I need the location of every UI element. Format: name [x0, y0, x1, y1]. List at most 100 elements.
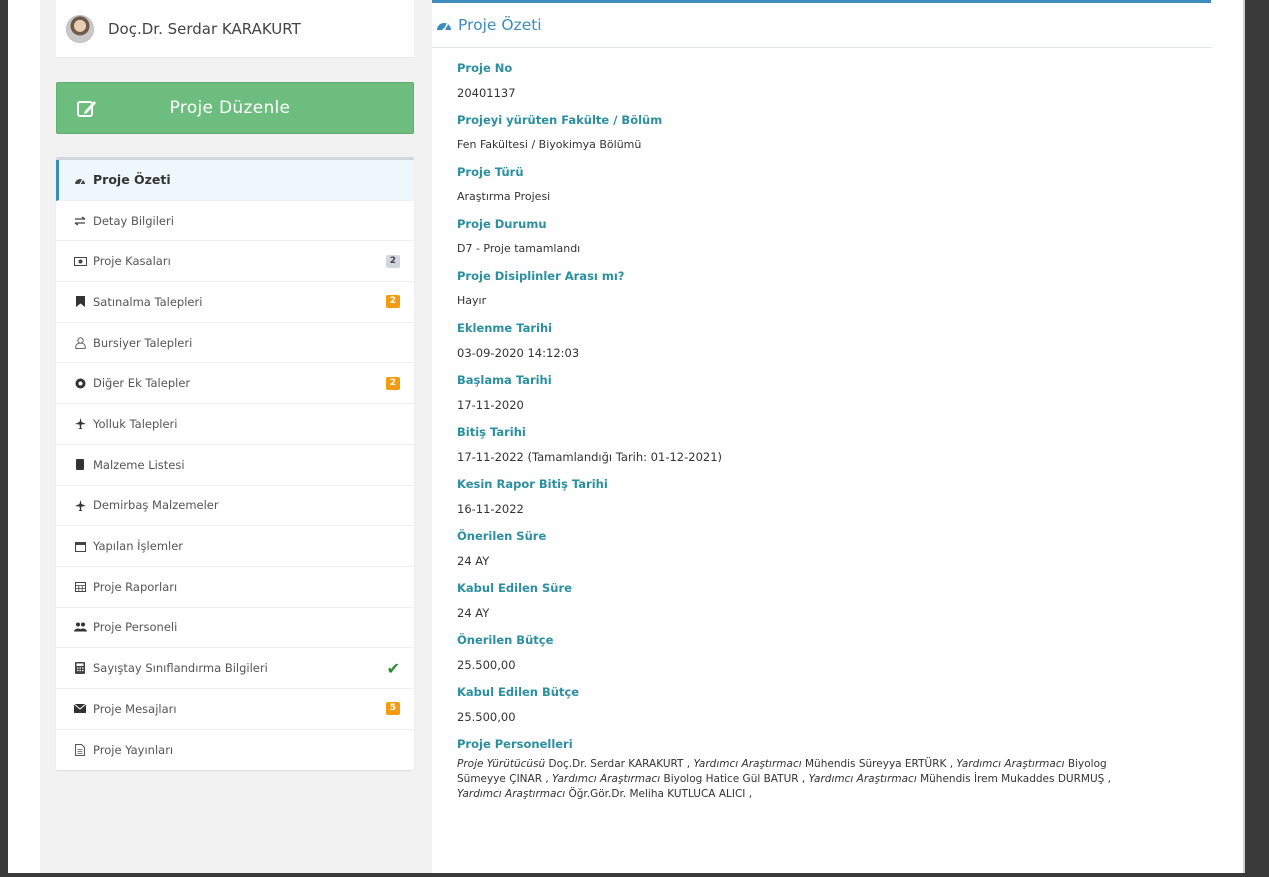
- field-label-bitis-tarihi: Bitiş Tarihi: [457, 425, 526, 439]
- menu-label: Yolluk Talepleri: [93, 416, 178, 431]
- menu-item-malzeme-listesi[interactable]: Malzeme Listesi: [56, 445, 414, 486]
- field-label-disiplinler-arasi: Proje Disiplinler Arası mı?: [457, 269, 625, 283]
- avatar: [66, 14, 94, 43]
- field-value-disiplinler-arasi: Hayır: [457, 294, 487, 307]
- menu-label: Sayıştay Sınıflandırma Bilgileri: [93, 661, 268, 676]
- field-value-kabul-edilen-butce: 25.500,00: [457, 710, 516, 724]
- menu-item-sayistay-siniflandirma[interactable]: Sayıştay Sınıflandırma Bilgileri ✔: [56, 648, 414, 689]
- menu-item-satinalma-talepleri[interactable]: Satınalma Talepleri 2: [56, 282, 414, 323]
- field-label-onerilen-sure: Önerilen Süre: [457, 529, 547, 543]
- users-icon: [72, 622, 88, 632]
- personnel-list: Proje Yürütücüsü Doç.Dr. Serdar KARAKURT…: [457, 757, 1147, 802]
- field-label-eklenme-tarihi: Eklenme Tarihi: [457, 321, 553, 335]
- menu-label: Proje Mesajları: [93, 701, 177, 716]
- personnel-role: Yardımcı Araştırmacı: [457, 788, 566, 800]
- count-badge: 2: [385, 254, 400, 268]
- file-icon: [72, 743, 88, 756]
- user-icon: [72, 336, 88, 349]
- calendar-o-icon: [72, 541, 88, 552]
- menu-item-bursiyer-talepleri[interactable]: Bursiyer Talepleri: [56, 323, 414, 364]
- menu-item-demirbas-malzemeler[interactable]: Demirbaş Malzemeler: [56, 486, 414, 527]
- user-name: Doç.Dr. Serdar KARAKURT: [108, 19, 301, 38]
- menu-label: Detay Bilgileri: [93, 213, 174, 228]
- menu-label: Proje Özeti: [93, 172, 171, 188]
- personnel-role: Proje Yürütücüsü: [457, 758, 546, 770]
- window-frame-right: [1245, 0, 1269, 877]
- field-value-fakulte-bolum: Fen Fakültesi / Biyokimya Bölümü: [457, 138, 642, 151]
- menu-item-detay-bilgileri[interactable]: Detay Bilgileri: [56, 201, 414, 242]
- menu-item-proje-raporlari[interactable]: Proje Raporları: [56, 567, 414, 608]
- field-value-bitis-tarihi: 17-11-2022 (Tamamlandığı Tarih: 01-12-20…: [457, 450, 722, 464]
- field-label-fakulte-bolum: Projeyi yürüten Fakülte / Bölüm: [457, 113, 663, 127]
- personnel-name: Öğr.Gör.Dr. Meliha KUTLUCA ALICI ,: [568, 788, 753, 800]
- field-label-baslama-tarihi: Başlama Tarihi: [457, 373, 552, 387]
- money-icon: [72, 256, 88, 266]
- field-label-kabul-edilen-butce: Kabul Edilen Bütçe: [457, 685, 580, 699]
- personnel-role: Yardımcı Araştırmacı: [552, 773, 661, 785]
- field-value-kabul-edilen-sure: 24 AY: [457, 606, 490, 620]
- calculator-icon: [72, 662, 88, 675]
- main-panel: Proje Özeti Proje No 20401137 Projeyi yü…: [432, 0, 1244, 873]
- edit-project-button[interactable]: Proje Düzenle: [56, 82, 414, 134]
- menu-label: Malzeme Listesi: [93, 457, 185, 472]
- personnel-name: Mühendis İrem Mukaddes DURMUŞ ,: [920, 773, 1111, 785]
- menu-item-proje-ozeti[interactable]: Proje Özeti: [56, 160, 414, 201]
- field-value-onerilen-butce: 25.500,00: [457, 658, 516, 672]
- window-frame-left: [0, 0, 8, 877]
- menu-item-proje-yayinlari[interactable]: Proje Yayınları: [56, 730, 414, 771]
- menu-label: Satınalma Talepleri: [93, 294, 203, 309]
- menu-label: Demirbaş Malzemeler: [93, 498, 219, 513]
- menu-label: Proje Kasaları: [93, 254, 171, 269]
- field-value-onerilen-sure: 24 AY: [457, 554, 490, 568]
- menu-item-yapilan-islemler[interactable]: Yapılan İşlemler: [56, 526, 414, 567]
- field-value-proje-durumu: D7 - Proje tamamlandı: [457, 242, 581, 255]
- count-badge: 5: [385, 702, 400, 716]
- menu-item-proje-personeli[interactable]: Proje Personeli: [56, 608, 414, 649]
- personnel-role: Yardımcı Araştırmacı: [808, 773, 917, 785]
- envelope-icon: [72, 704, 88, 714]
- personnel-role: Yardımcı Araştırmacı: [693, 758, 802, 770]
- field-label-proje-durumu: Proje Durumu: [457, 217, 547, 231]
- plane-icon: [72, 418, 88, 430]
- menu-item-proje-kasalari[interactable]: Proje Kasaları 2: [56, 241, 414, 283]
- personnel-name: Biyolog Hatice Gül BATUR ,: [663, 773, 806, 785]
- project-details: Proje No 20401137 Projeyi yürüten Fakült…: [457, 58, 1157, 802]
- user-card: Doç.Dr. Serdar KARAKURT: [56, 0, 414, 58]
- menu-label: Proje Personeli: [93, 620, 178, 635]
- personnel-role: Yardımcı Araştırmacı: [956, 758, 1065, 770]
- bookmark-icon: [72, 296, 88, 308]
- menu-item-diger-ek-talepler[interactable]: Diğer Ek Talepler 2: [56, 363, 414, 405]
- field-label-proje-no: Proje No: [457, 61, 513, 75]
- menu-label: Proje Yayınları: [93, 742, 174, 757]
- book-icon: [72, 459, 88, 471]
- field-value-proje-no: 20401137: [457, 86, 516, 100]
- count-badge: 2: [385, 295, 400, 309]
- field-value-proje-turu: Araştırma Projesi: [457, 190, 551, 203]
- personnel-name: Mühendis Süreyya ERTÜRK ,: [804, 758, 954, 770]
- page-title: Proje Özeti: [458, 16, 542, 34]
- field-label-kesin-rapor-bitis: Kesin Rapor Bitiş Tarihi: [457, 477, 608, 491]
- checkmark-icon: ✔: [386, 658, 400, 678]
- window-frame-bottom: [0, 873, 1269, 877]
- exchange-icon: [72, 215, 88, 226]
- menu-label: Bursiyer Talepleri: [93, 335, 193, 350]
- field-value-eklenme-tarihi: 03-09-2020 14:12:03: [457, 346, 580, 360]
- field-value-kesin-rapor-bitis: 16-11-2022: [457, 502, 524, 516]
- dashboard-icon: [72, 175, 88, 185]
- field-label-proje-turu: Proje Türü: [457, 165, 524, 179]
- personnel-name: Doç.Dr. Serdar KARAKURT ,: [548, 758, 691, 770]
- edit-icon: [57, 98, 117, 118]
- field-label-proje-personelleri: Proje Personelleri: [457, 737, 573, 751]
- menu-label: Diğer Ek Talepler: [93, 376, 191, 391]
- menu-item-yolluk-talepleri[interactable]: Yolluk Talepleri: [56, 404, 414, 445]
- menu-label: Yapılan İşlemler: [93, 539, 184, 554]
- edit-project-label: Proje Düzenle: [169, 98, 291, 118]
- circle-icon: [72, 378, 88, 389]
- dashboard-icon: [436, 19, 452, 31]
- field-label-onerilen-butce: Önerilen Bütçe: [457, 633, 554, 647]
- calendar-icon: [72, 581, 88, 593]
- count-badge: 2: [385, 376, 400, 390]
- panel-header: Proje Özeti: [432, 3, 1212, 48]
- menu-item-proje-mesajlari[interactable]: Proje Mesajları 5: [56, 689, 414, 730]
- field-label-kabul-edilen-sure: Kabul Edilen Süre: [457, 581, 572, 595]
